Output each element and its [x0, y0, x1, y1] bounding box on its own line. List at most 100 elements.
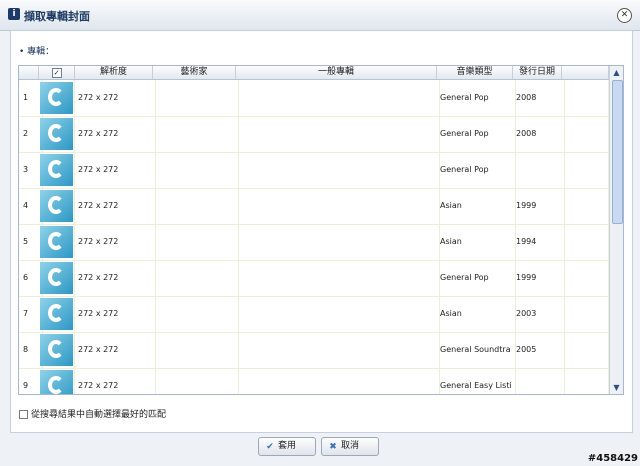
date-cell — [513, 368, 565, 394]
album-cell — [236, 296, 440, 332]
album-cell — [236, 224, 440, 260]
dialog-panel: • 專輯： ✓ 解析度 藝術家 一般專輯 音樂類型 發行日期 1 272 x 27… — [10, 30, 633, 433]
scroll-thumb[interactable] — [612, 80, 623, 224]
row-number-header — [19, 66, 39, 79]
table-row[interactable]: 2 272 x 272 General Pop 2008 — [19, 116, 609, 153]
table-row[interactable]: 7 272 x 272 Asian 2003 — [19, 296, 609, 333]
blank-cell — [562, 296, 609, 332]
title-bar: i 擷取專輯封面 ✕ — [0, 0, 640, 31]
artist-header[interactable]: 藝術家 — [153, 66, 236, 79]
date-cell: 2005 — [513, 332, 565, 368]
album-cover-thumbnail[interactable] — [40, 154, 73, 186]
genre-header[interactable]: 音樂類型 — [437, 66, 513, 79]
blank-cell — [562, 116, 609, 152]
resolution-header[interactable]: 解析度 — [75, 66, 153, 79]
apply-label: 套用 — [278, 441, 297, 451]
genre-cell: Asian — [437, 224, 516, 260]
blank-cell — [562, 188, 609, 224]
album-cell — [236, 152, 440, 188]
auto-select-option[interactable]: 從搜尋結果中自動選擇最好的匹配 — [19, 407, 166, 420]
date-cell: 2003 — [513, 296, 565, 332]
check-icon: ✔ — [266, 442, 274, 452]
select-all-header[interactable]: ✓ — [39, 66, 75, 79]
blank-cell — [562, 80, 609, 116]
album-cell — [236, 332, 440, 368]
auto-select-checkbox[interactable] — [19, 410, 28, 419]
grid-header: ✓ 解析度 藝術家 一般專輯 音樂類型 發行日期 — [19, 66, 623, 80]
table-row[interactable]: 1 272 x 272 General Pop 2008 — [19, 80, 609, 117]
vertical-scrollbar[interactable]: ▲ ▼ — [609, 66, 623, 394]
artist-cell — [153, 152, 239, 188]
resolution-cell: 272 x 272 — [75, 332, 156, 368]
cover-placeholder-icon — [48, 376, 64, 394]
window-title: 擷取專輯封面 — [24, 10, 90, 23]
album-thumbnail-cell — [39, 224, 75, 260]
date-cell: 1999 — [513, 188, 565, 224]
album-grid: ✓ 解析度 藝術家 一般專輯 音樂類型 發行日期 1 272 x 272 Gener… — [18, 65, 624, 395]
album-header[interactable]: 一般專輯 — [236, 66, 437, 79]
artist-cell — [153, 116, 239, 152]
apply-button[interactable]: ✔ 套用 — [258, 437, 316, 456]
album-section-text: 專輯： — [27, 47, 55, 57]
album-cover-thumbnail[interactable] — [40, 262, 73, 294]
auto-select-label: 從搜尋結果中自動選擇最好的匹配 — [31, 410, 167, 420]
select-all-checkbox[interactable]: ✓ — [51, 68, 62, 78]
album-thumbnail-cell — [39, 188, 75, 224]
close-button[interactable]: ✕ — [617, 8, 632, 23]
table-row[interactable]: 5 272 x 272 Asian 1994 — [19, 224, 609, 261]
genre-cell: General Pop — [437, 260, 516, 296]
info-icon: i — [8, 8, 20, 20]
artist-cell — [153, 188, 239, 224]
blank-header — [562, 66, 609, 79]
blank-cell — [562, 368, 609, 394]
blank-cell — [562, 260, 609, 296]
album-cover-thumbnail[interactable] — [40, 226, 73, 258]
table-row[interactable]: 6 272 x 272 General Pop 1999 — [19, 260, 609, 297]
album-cover-thumbnail[interactable] — [40, 190, 73, 222]
cover-placeholder-icon — [48, 232, 64, 250]
blank-cell — [562, 332, 609, 368]
artist-cell — [153, 260, 239, 296]
genre-cell: Asian — [437, 296, 516, 332]
album-thumbnail-cell — [39, 116, 75, 152]
genre-cell: General Pop — [437, 116, 516, 152]
album-cover-thumbnail[interactable] — [40, 298, 73, 330]
album-cover-thumbnail[interactable] — [40, 118, 73, 150]
album-cover-thumbnail[interactable] — [40, 370, 73, 394]
scroll-up-icon[interactable]: ▲ — [610, 66, 623, 79]
artist-cell — [153, 368, 239, 394]
resolution-cell: 272 x 272 — [75, 296, 156, 332]
resolution-cell: 272 x 272 — [75, 260, 156, 296]
cover-placeholder-icon — [48, 340, 64, 358]
table-row[interactable]: 9 272 x 272 General Easy Listi — [19, 368, 609, 394]
cover-placeholder-icon — [48, 268, 64, 286]
album-cover-thumbnail[interactable] — [40, 334, 73, 366]
date-header[interactable]: 發行日期 — [513, 66, 562, 79]
album-thumbnail-cell — [39, 80, 75, 116]
blank-cell — [562, 152, 609, 188]
scroll-down-icon[interactable]: ▼ — [610, 381, 623, 394]
blank-cell — [562, 224, 609, 260]
album-cover-thumbnail[interactable] — [40, 82, 73, 114]
album-thumbnail-cell — [39, 260, 75, 296]
resolution-cell: 272 x 272 — [75, 188, 156, 224]
date-cell: 1999 — [513, 260, 565, 296]
table-row[interactable]: 3 272 x 272 General Pop — [19, 152, 609, 189]
resolution-cell: 272 x 272 — [75, 368, 156, 394]
date-cell — [513, 152, 565, 188]
close-x-icon: ✖ — [329, 442, 337, 452]
watermark: #458429 — [587, 453, 638, 464]
album-section-label: • 專輯： — [19, 47, 55, 57]
album-thumbnail-cell — [39, 368, 75, 394]
cancel-button[interactable]: ✖ 取消 — [321, 437, 379, 456]
artist-cell — [153, 332, 239, 368]
date-cell: 2008 — [513, 80, 565, 116]
table-row[interactable]: 4 272 x 272 Asian 1999 — [19, 188, 609, 225]
album-thumbnail-cell — [39, 296, 75, 332]
cancel-label: 取消 — [341, 441, 360, 451]
table-row[interactable]: 8 272 x 272 General Soundtra 2005 — [19, 332, 609, 369]
artist-cell — [153, 224, 239, 260]
cover-placeholder-icon — [48, 196, 64, 214]
genre-cell: General Pop — [437, 80, 516, 116]
genre-cell: Asian — [437, 188, 516, 224]
